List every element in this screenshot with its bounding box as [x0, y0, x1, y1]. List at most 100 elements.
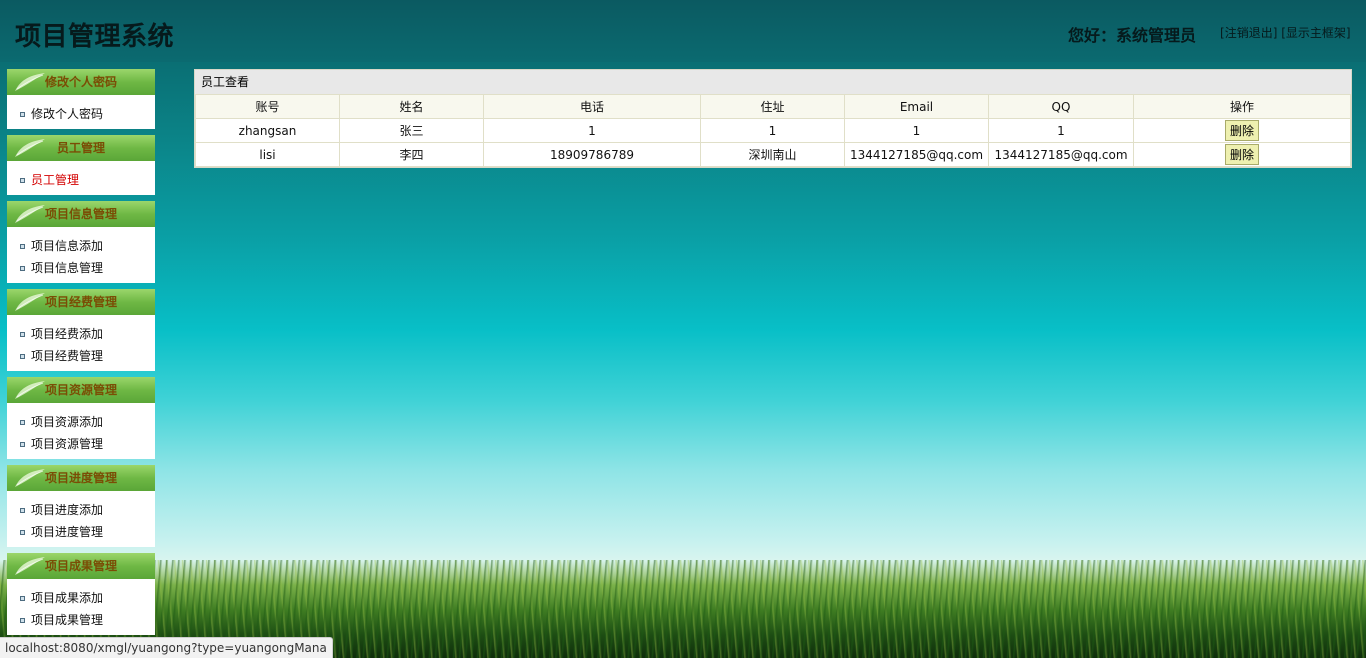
sidebar-item-label: 项目资源管理: [31, 437, 104, 451]
menu-group-title: 项目进度管理: [44, 471, 117, 485]
app-title: 项目管理系统: [15, 22, 175, 52]
menu-group-title: 修改个人密码: [44, 75, 117, 89]
column-header: 电话: [483, 94, 701, 119]
panel-title: 员工查看: [195, 70, 1351, 94]
cell-email: 1344127185@qq.com: [844, 142, 989, 167]
show-frame-link[interactable]: 显示主框架: [1286, 26, 1346, 40]
menu-group-project-progress: 项目进度管理 项目进度添加 项目进度管理: [7, 465, 155, 547]
sidebar-item-label: 项目信息管理: [31, 261, 104, 275]
bullet-icon: [20, 618, 25, 623]
menu-group-project-resource: 项目资源管理 项目资源添加 项目资源管理: [7, 377, 155, 459]
sidebar-item-label: 项目信息添加: [31, 239, 104, 253]
sidebar-item-project-info-manage[interactable]: 项目信息管理: [7, 257, 155, 279]
menu-group-project-funding: 项目经费管理 项目经费添加 项目经费管理: [7, 289, 155, 371]
column-header: 住址: [700, 94, 845, 119]
employee-view-panel: 员工查看 账号 姓名 电话 住址 Email QQ 操作 zhangsan 张三…: [194, 69, 1352, 168]
sidebar-item-employee-management[interactable]: 员工管理: [7, 169, 155, 191]
delete-button[interactable]: 删除: [1224, 120, 1259, 141]
cell-account: zhangsan: [195, 118, 340, 143]
menu-group-title: 项目成果管理: [44, 559, 117, 573]
cell-phone: 1: [483, 118, 701, 143]
sidebar-item-project-info-add[interactable]: 项目信息添加: [7, 235, 155, 257]
menu-group-header: 修改个人密码: [7, 69, 155, 95]
sidebar-item-project-resource-manage[interactable]: 项目资源管理: [7, 433, 155, 455]
menu-group-header: 项目进度管理: [7, 465, 155, 491]
column-header: 姓名: [339, 94, 484, 119]
cell-address: 1: [700, 118, 845, 143]
menu-group-title: 项目资源管理: [44, 383, 117, 397]
bullet-icon: [20, 420, 25, 425]
cell-qq: 1: [988, 118, 1134, 143]
sidebar-item-project-progress-manage[interactable]: 项目进度管理: [7, 521, 155, 543]
leaf-icon: [15, 293, 45, 311]
logout-link[interactable]: 注销退出: [1225, 26, 1273, 40]
bullet-icon: [20, 596, 25, 601]
employee-table: 账号 姓名 电话 住址 Email QQ 操作 zhangsan 张三 1 1 …: [195, 94, 1351, 167]
sidebar-item-project-results-manage[interactable]: 项目成果管理: [7, 609, 155, 631]
menu-group-employee: 员工管理 员工管理: [7, 135, 155, 195]
column-header: 账号: [195, 94, 340, 119]
menu-group-title: 项目经费管理: [44, 295, 117, 309]
menu-group-project-info: 项目信息管理 项目信息添加 项目信息管理: [7, 201, 155, 283]
menu-group-password: 修改个人密码 修改个人密码: [7, 69, 155, 129]
greeting: 您好：系统管理员: [1068, 26, 1197, 45]
table-row: lisi 李四 18909786789 深圳南山 1344127185@qq.c…: [195, 142, 1351, 167]
leaf-icon: [15, 381, 45, 399]
cell-actions: 删除: [1133, 118, 1351, 143]
sidebar-item-project-resource-add[interactable]: 项目资源添加: [7, 411, 155, 433]
bullet-icon: [20, 244, 25, 249]
sidebar-item-label: 员工管理: [31, 173, 80, 187]
cell-address: 深圳南山: [700, 142, 845, 167]
menu-group-header: 项目成果管理: [7, 553, 155, 579]
sidebar-item-label: 项目经费添加: [31, 327, 104, 341]
table-header-row: 账号 姓名 电话 住址 Email QQ 操作: [195, 94, 1351, 119]
status-bar-url: localhost:8080/xmgl/yuangong?type=yuango…: [0, 637, 333, 658]
bullet-icon: [20, 442, 25, 447]
menu-group-project-results: 项目成果管理 项目成果添加 项目成果管理: [7, 553, 155, 635]
sidebar-item-change-password[interactable]: 修改个人密码: [7, 103, 155, 125]
cell-email: 1: [844, 118, 989, 143]
column-header: Email: [844, 94, 989, 119]
sidebar-item-project-funding-add[interactable]: 项目经费添加: [7, 323, 155, 345]
bullet-icon: [20, 112, 25, 117]
cell-account: lisi: [195, 142, 340, 167]
leaf-icon: [15, 469, 45, 487]
bullet-icon: [20, 530, 25, 535]
sidebar: 修改个人密码 修改个人密码 员工管理 员工管理 项目信息管理 项目信息添加 项目…: [7, 69, 155, 641]
cell-actions: 删除: [1133, 142, 1351, 167]
sidebar-item-label: 项目资源添加: [31, 415, 104, 429]
table-row: zhangsan 张三 1 1 1 1 删除: [195, 118, 1351, 143]
menu-group-header: 项目资源管理: [7, 377, 155, 403]
column-header: QQ: [988, 94, 1134, 119]
leaf-icon: [15, 205, 45, 223]
menu-group-title: 员工管理: [56, 141, 105, 155]
sidebar-item-project-results-add[interactable]: 项目成果添加: [7, 587, 155, 609]
cell-name: 李四: [339, 142, 484, 167]
leaf-icon: [15, 557, 45, 575]
sidebar-item-label: 修改个人密码: [31, 107, 104, 121]
bullet-icon: [20, 266, 25, 271]
delete-button[interactable]: 删除: [1224, 144, 1259, 165]
column-header: 操作: [1133, 94, 1351, 119]
sidebar-item-label: 项目进度管理: [31, 525, 104, 539]
menu-group-title: 项目信息管理: [44, 207, 117, 221]
sidebar-item-project-funding-manage[interactable]: 项目经费管理: [7, 345, 155, 367]
header-links: [注销退出] [显示主框架]: [1220, 26, 1351, 40]
bullet-icon: [20, 332, 25, 337]
sidebar-item-label: 项目经费管理: [31, 349, 104, 363]
cell-phone: 18909786789: [483, 142, 701, 167]
sidebar-item-label: 项目成果管理: [31, 613, 104, 627]
bullet-icon: [20, 508, 25, 513]
header: 项目管理系统 您好：系统管理员 [注销退出] [显示主框架]: [0, 0, 1366, 62]
sidebar-item-project-progress-add[interactable]: 项目进度添加: [7, 499, 155, 521]
sidebar-item-label: 项目成果添加: [31, 591, 104, 605]
bullet-icon: [20, 354, 25, 359]
cell-name: 张三: [339, 118, 484, 143]
menu-group-header: 项目经费管理: [7, 289, 155, 315]
leaf-icon: [15, 139, 45, 157]
menu-group-header: 员工管理: [7, 135, 155, 161]
sidebar-item-label: 项目进度添加: [31, 503, 104, 517]
cell-qq: 1344127185@qq.com: [988, 142, 1134, 167]
bullet-icon: [20, 178, 25, 183]
leaf-icon: [15, 73, 45, 91]
